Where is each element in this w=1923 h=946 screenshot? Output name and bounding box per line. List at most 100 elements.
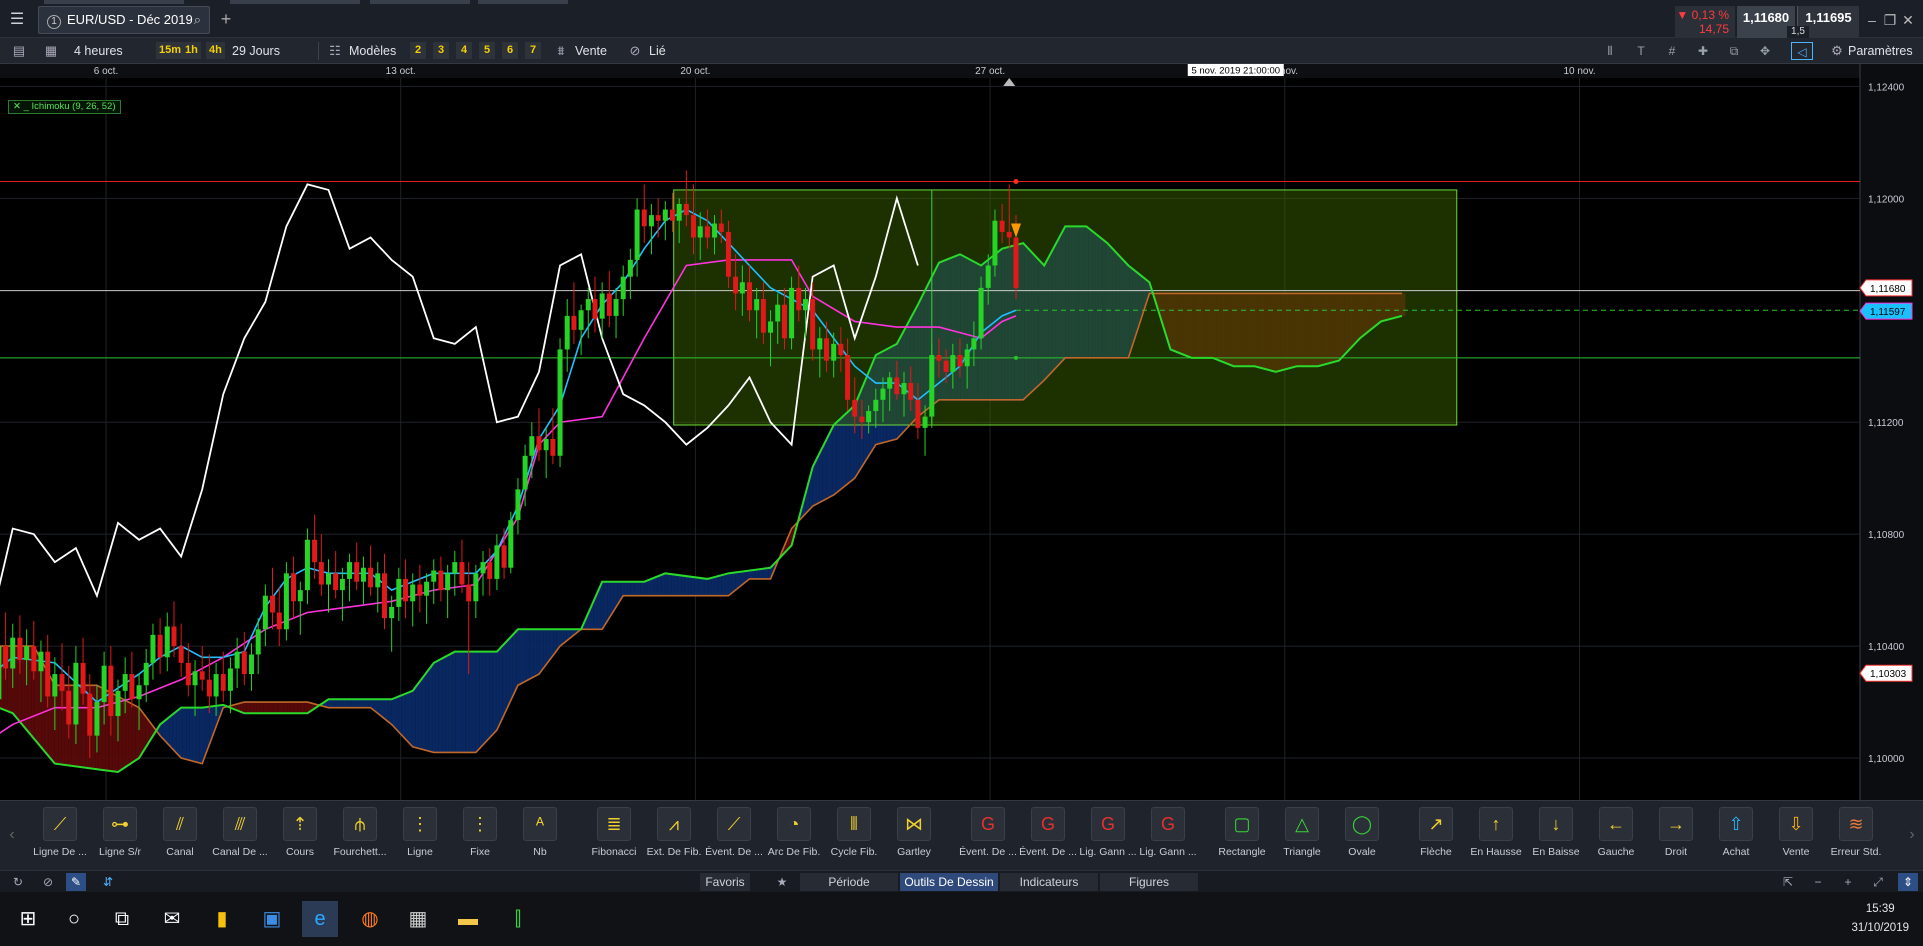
tool-fib-cycle[interactable]: ⦀ Cycle Fib. <box>828 807 880 867</box>
tool-text-note[interactable]: ᴬ Nb <box>514 807 566 867</box>
quick-6[interactable]: 6 <box>502 42 518 59</box>
arrow-up-icon[interactable]: ↑ <box>1479 807 1513 841</box>
tool-fib-extension[interactable]: ⩘ Ext. De Fib. <box>647 807 701 867</box>
tool-gartley[interactable]: ⋈ Gartley <box>888 807 940 867</box>
timeframe-4h[interactable]: 4h <box>206 42 225 59</box>
tool-std-error[interactable]: ≋ Erreur Std. <box>1830 807 1882 867</box>
tool-fibonacci[interactable]: ≣ Fibonacci <box>588 807 640 867</box>
tool-regression-channel[interactable]: ⫻ Canal De ... <box>212 807 268 867</box>
sell-side-select[interactable]: Vente <box>575 38 607 64</box>
tab-figures[interactable]: Figures <box>1100 873 1198 891</box>
tool-triangle[interactable]: △ Triangle <box>1276 807 1328 867</box>
link-icon[interactable]: ⊘ <box>626 42 644 60</box>
sr-line-icon[interactable]: ⊶ <box>103 807 137 841</box>
arrow-right-icon[interactable]: → <box>1659 807 1693 841</box>
gann-fan-icon[interactable]: G <box>971 807 1005 841</box>
tool-gann-fan[interactable]: G Évent. De ... <box>959 807 1017 867</box>
quick-3[interactable]: 3 <box>433 42 449 59</box>
fixed-line-icon[interactable]: ⋮ <box>463 807 497 841</box>
search-icon[interactable]: ⌕ <box>194 7 201 33</box>
fibonacci-icon[interactable]: ≣ <box>597 807 631 841</box>
tool-fib-fan[interactable]: ⟋ Évent. De ... <box>705 807 763 867</box>
gear-icon[interactable]: ⚙ <box>1828 42 1846 60</box>
file-explorer-icon[interactable]: ▬ <box>450 901 486 937</box>
text-size-icon[interactable]: T <box>1630 42 1652 60</box>
tool-arrow-up[interactable]: ↑ En Hausse <box>1470 807 1522 867</box>
fib-cycle-icon[interactable]: ⦀ <box>837 807 871 841</box>
zoom-out-icon[interactable]: − <box>1808 873 1828 891</box>
bar-chart-icon[interactable]: ⫴ <box>1599 42 1621 60</box>
no-entry-icon[interactable]: ⊘ <box>38 873 58 891</box>
templates-button[interactable]: Modèles <box>349 38 396 64</box>
triangle-icon[interactable]: △ <box>1285 807 1319 841</box>
tool-trendline[interactable]: ⟋ Ligne De ... <box>33 807 87 867</box>
trading-app-icon[interactable]: ⫿ <box>500 901 536 937</box>
settings-button[interactable]: Paramètres <box>1848 38 1913 64</box>
linked-button[interactable]: Lié <box>649 38 666 64</box>
tool-pitchfork[interactable]: ⫛ Fourchett... <box>333 807 387 867</box>
minimize-icon[interactable]: – <box>1863 6 1881 34</box>
tab-period[interactable]: Période <box>800 873 898 891</box>
chevron-right-icon[interactable]: › <box>1906 823 1918 847</box>
tool-arrow-left[interactable]: ← Gauche <box>1590 807 1642 867</box>
tag-icon[interactable]: ◁ <box>1791 42 1813 60</box>
templates-icon[interactable]: ☷ <box>326 42 344 60</box>
vertical-line-icon[interactable]: ⋮ <box>403 807 437 841</box>
remote-desktop-icon[interactable]: ▣ <box>254 901 290 937</box>
std-error-icon[interactable]: ≋ <box>1839 807 1873 841</box>
hamburger-icon[interactable]: ☰ <box>0 6 34 34</box>
interval-select[interactable]: 4 heures <box>74 38 123 64</box>
quick-7[interactable]: 7 <box>525 42 541 59</box>
fib-extension-icon[interactable]: ⩘ <box>657 807 691 841</box>
rectangle-icon[interactable]: ▢ <box>1225 807 1259 841</box>
timeframe-1h[interactable]: 1h <box>182 42 201 59</box>
refresh-icon[interactable]: ↻ <box>8 873 28 891</box>
calculator-icon[interactable]: ▦ <box>400 901 436 937</box>
buy-arrow-icon[interactable]: ⇧ <box>1719 807 1753 841</box>
pitchfork-icon[interactable]: ⫛ <box>343 807 377 841</box>
pencil-icon[interactable]: ✎ <box>66 873 86 891</box>
pin-icon[interactable]: ✥ <box>1754 42 1776 60</box>
export-icon[interactable]: ⇱ <box>1778 873 1798 891</box>
gann-line-2-icon[interactable]: G <box>1151 807 1185 841</box>
quick-5[interactable]: 5 <box>479 42 495 59</box>
price-type-icon[interactable]: ⩩ <box>552 42 570 60</box>
tool-sr-line[interactable]: ⊶ Ligne S/r <box>94 807 146 867</box>
gann-fan-2-icon[interactable]: G <box>1031 807 1065 841</box>
zoom-in-icon[interactable]: + <box>1838 873 1858 891</box>
firefox-icon[interactable]: ◍ <box>352 901 388 937</box>
tool-fixed-line[interactable]: ⋮ Fixe <box>454 807 506 867</box>
tool-buy-arrow[interactable]: ⇧ Achat <box>1710 807 1762 867</box>
tool-arrow-down[interactable]: ↓ En Baisse <box>1530 807 1582 867</box>
fib-fan-icon[interactable]: ⟋ <box>717 807 751 841</box>
windows-start-icon[interactable]: ⊞ <box>10 901 46 937</box>
sell-arrow-icon[interactable]: ⇩ <box>1779 807 1813 841</box>
plus-icon[interactable]: + <box>216 6 236 34</box>
tool-gann-line-2[interactable]: G Lig. Gann ... <box>1139 807 1197 867</box>
tool-fib-arc[interactable]: ◔ Arc De Fib. <box>768 807 820 867</box>
tool-oval[interactable]: ◯ Ovale <box>1336 807 1388 867</box>
range-select[interactable]: 29 Jours <box>232 38 280 64</box>
arrow-down-icon[interactable]: ↓ <box>1539 807 1573 841</box>
copy-icon[interactable]: ⧉ <box>1723 42 1745 60</box>
tool-arrow-diagonal[interactable]: ↗ Flèche <box>1410 807 1462 867</box>
fit-icon[interactable]: ⤢ <box>1868 873 1888 891</box>
tool-gann-line[interactable]: G Lig. Gann ... <box>1079 807 1137 867</box>
tool-vertical-line[interactable]: ⋮ Ligne <box>394 807 446 867</box>
indicator-legend[interactable]: ✕ _ Ichimoku (9, 26, 52) <box>8 100 121 114</box>
gann-line-icon[interactable]: G <box>1091 807 1125 841</box>
tool-arrow-right[interactable]: → Droit <box>1650 807 1702 867</box>
tab-drawing-tools[interactable]: Outils De Dessin <box>900 873 998 891</box>
text-note-icon[interactable]: ᴬ <box>523 807 557 841</box>
tool-rectangle[interactable]: ▢ Rectangle <box>1216 807 1268 867</box>
grid-toggle-icon[interactable]: # <box>1661 42 1683 60</box>
tab-favorites[interactable]: Favoris <box>700 873 750 891</box>
grid-layout-icon[interactable]: ▦ <box>42 42 60 60</box>
chevron-left-icon[interactable]: ‹ <box>6 823 18 847</box>
task-view-icon[interactable]: ⧉ <box>104 901 140 937</box>
regression-channel-icon[interactable]: ⫻ <box>223 807 257 841</box>
magnet-icon[interactable]: ⇵ <box>98 873 118 891</box>
tool-channel[interactable]: ⫽ Canal <box>154 807 206 867</box>
chart-area[interactable]: 6 oct. 13 oct. 20 oct. 27 oct. 3 nov. 10 nov.… <box>0 64 1923 800</box>
fib-arc-icon[interactable]: ◔ <box>777 807 811 841</box>
